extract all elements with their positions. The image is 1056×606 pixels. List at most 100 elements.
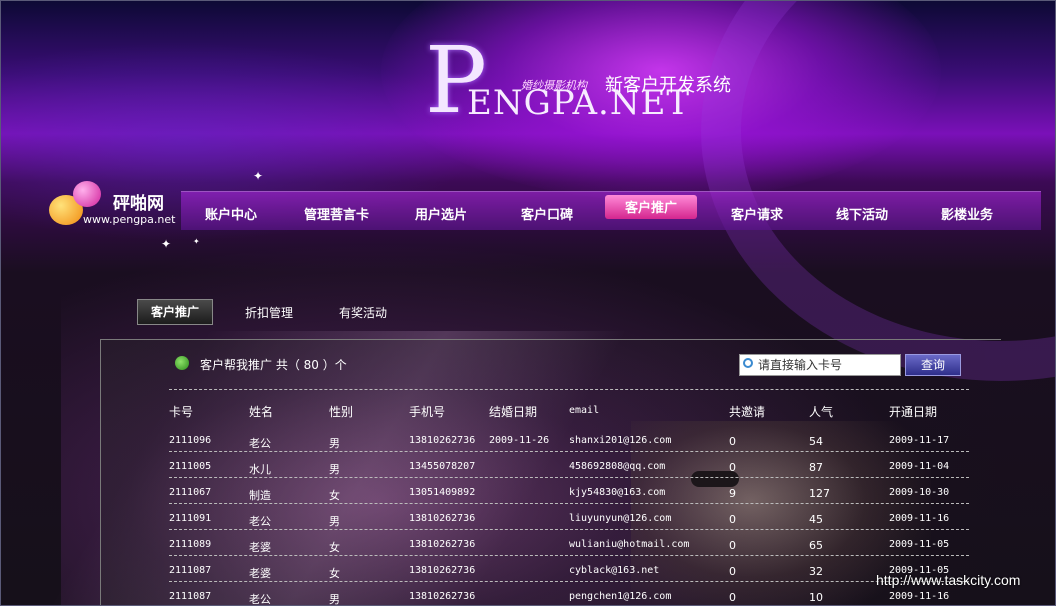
row-divider xyxy=(169,477,969,478)
table-cell: liuyunyun@126.com xyxy=(569,513,672,524)
search-icon xyxy=(743,358,753,368)
column-header: 人气 xyxy=(809,405,834,419)
row-divider xyxy=(169,451,969,452)
nav-item-studio-business[interactable]: 影楼业务 xyxy=(941,204,993,223)
table-cell: 男 xyxy=(329,593,340,606)
table-cell: shanxi201@126.com xyxy=(569,435,672,446)
nav-item-photo-selection[interactable]: 用户选片 xyxy=(415,204,467,223)
brand-name: 砰啪网 xyxy=(113,194,164,214)
table-cell: 13810262736 xyxy=(409,565,476,576)
column-header: 开通日期 xyxy=(889,405,938,419)
subtab-discounts[interactable]: 折扣管理 xyxy=(245,304,293,321)
content-panel xyxy=(100,339,1001,605)
table-cell: 2009-11-04 xyxy=(889,461,950,472)
sparkle-icon: ✦ xyxy=(193,237,200,246)
column-header: 共邀请 xyxy=(729,405,766,419)
nav-item-offline-events[interactable]: 线下活动 xyxy=(836,204,888,223)
row-divider xyxy=(169,581,969,582)
table-cell: pengchen1@126.com xyxy=(569,591,672,602)
table-cell: 老婆 xyxy=(249,541,271,554)
watermark: http://www.taskcity.com xyxy=(876,572,1021,588)
table-cell: 65 xyxy=(809,539,823,552)
table-cell: 13455078207 xyxy=(409,461,476,472)
table-cell: 0 xyxy=(729,461,736,474)
table-cell: 0 xyxy=(729,591,736,604)
table-cell: cyblack@163.net xyxy=(569,565,660,576)
sparkle-icon: ✦ xyxy=(253,169,264,183)
table-cell: 老公 xyxy=(249,593,271,606)
table-cell: 男 xyxy=(329,463,340,476)
column-header: 姓名 xyxy=(249,405,274,419)
table-cell: 13810262736 xyxy=(409,539,476,550)
row-divider xyxy=(169,503,969,504)
table-cell: 水儿 xyxy=(249,463,271,476)
list-title: 客户帮我推广 共（ 80 ）个 xyxy=(200,358,347,372)
table-cell: 女 xyxy=(329,541,340,554)
table-cell: 2111087 xyxy=(169,565,212,576)
table-cell: 13810262736 xyxy=(409,591,476,602)
table-cell: 2111089 xyxy=(169,539,212,550)
column-header: 卡号 xyxy=(169,405,194,419)
table-cell: 2111067 xyxy=(169,487,212,498)
nav-item-reviews[interactable]: 客户口碑 xyxy=(521,204,573,223)
query-button[interactable]: 查询 xyxy=(905,354,961,376)
table-cell: 2009-11-05 xyxy=(889,539,950,550)
table-cell: 2111091 xyxy=(169,513,212,524)
row-divider xyxy=(169,529,969,530)
table-cell: 54 xyxy=(809,435,823,448)
table-cell: 男 xyxy=(329,437,340,450)
table-cell: 2009-11-26 xyxy=(489,435,550,446)
subtab-promotion[interactable]: 客户推广 xyxy=(137,299,213,325)
table-cell: 32 xyxy=(809,565,823,578)
table-cell: 458692808@qq.com xyxy=(569,461,666,472)
table-cell: 2111087 xyxy=(169,591,212,602)
table-cell: 0 xyxy=(729,565,736,578)
table-cell: 老公 xyxy=(249,437,271,450)
main-nav: 账户中心 管理菩言卡 用户选片 客户口碑 客户推广 客户请求 线下活动 影楼业务 xyxy=(181,191,1041,230)
card-number-search-input[interactable] xyxy=(758,357,896,373)
table-cell: wulianiu@hotmail.com xyxy=(569,539,690,550)
table-cell: 女 xyxy=(329,489,340,502)
table-cell: 2111005 xyxy=(169,461,212,472)
column-header: 结婚日期 xyxy=(489,405,538,419)
table-cell: 13051409892 xyxy=(409,487,476,498)
brand-url: www.pengpa.net xyxy=(83,213,176,226)
column-header: 手机号 xyxy=(409,405,446,419)
table-cell: 127 xyxy=(809,487,830,500)
nav-item-account[interactable]: 账户中心 xyxy=(205,204,257,223)
nav-item-card-management[interactable]: 管理菩言卡 xyxy=(304,204,369,223)
system-name: 新客户开发系统 xyxy=(605,75,731,96)
logo-tagline: 婚纱摄影机构 xyxy=(521,79,587,92)
table-cell: 10 xyxy=(809,591,823,604)
table-cell: 13810262736 xyxy=(409,513,476,524)
table-cell: 2009-11-16 xyxy=(889,513,950,524)
table-cell: 45 xyxy=(809,513,823,526)
table-cell: kjy54830@163.com xyxy=(569,487,666,498)
row-divider xyxy=(169,555,969,556)
list-icon xyxy=(175,356,189,370)
table-cell: 9 xyxy=(729,487,736,500)
search-box xyxy=(739,354,901,376)
page-frame: ✦ ✦ ✦ P ENGPA.NET 婚纱摄影机构 新客户开发系统 砰啪网 www… xyxy=(0,0,1056,606)
nav-item-promotion[interactable]: 客户推广 xyxy=(605,195,698,219)
nav-item-requests[interactable]: 客户请求 xyxy=(731,204,783,223)
table-cell: 2009-11-17 xyxy=(889,435,950,446)
table-cell: 女 xyxy=(329,567,340,580)
table-cell: 0 xyxy=(729,513,736,526)
subtab-prize-events[interactable]: 有奖活动 xyxy=(339,304,387,321)
table-divider xyxy=(169,389,969,390)
table-cell: 13810262736 xyxy=(409,435,476,446)
table-cell: 老婆 xyxy=(249,567,271,580)
sparkle-icon: ✦ xyxy=(161,237,172,251)
table-cell: 2009-10-30 xyxy=(889,487,950,498)
column-header: email xyxy=(569,405,600,416)
table-cell: 0 xyxy=(729,539,736,552)
table-cell: 0 xyxy=(729,435,736,448)
brand-ball-icon xyxy=(73,181,101,207)
column-header: 性别 xyxy=(329,405,354,419)
table-cell: 87 xyxy=(809,461,823,474)
table-cell: 男 xyxy=(329,515,340,528)
table-cell: 2111096 xyxy=(169,435,212,446)
table-cell: 制造 xyxy=(249,489,271,502)
table-cell: 2009-11-16 xyxy=(889,591,950,602)
